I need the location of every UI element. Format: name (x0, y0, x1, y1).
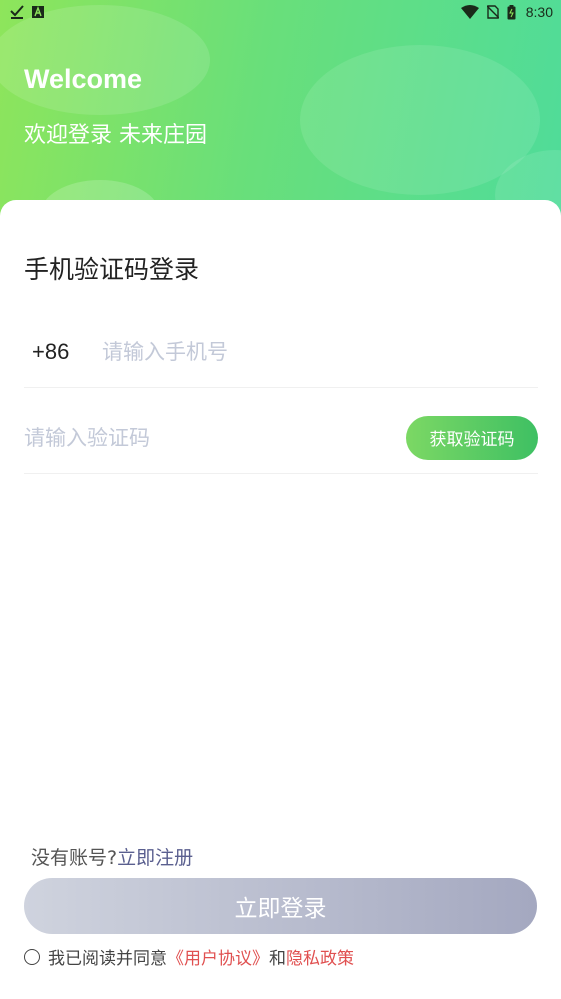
get-code-button[interactable]: 获取验证码 (406, 415, 538, 460)
country-code[interactable]: +86 (24, 339, 102, 365)
phone-input[interactable] (102, 331, 538, 372)
agreement-row: 我已阅读并同意 《用户协议》和隐私政策 (24, 944, 354, 969)
login-button[interactable]: 立即登录 (24, 878, 537, 934)
welcome-heading: Welcome (24, 64, 143, 94)
phone-row: +86 (24, 316, 538, 388)
a-box-icon (32, 6, 44, 18)
page-title: 手机验证码登录 (24, 255, 200, 284)
check-download-icon (10, 5, 24, 19)
register-prompt: 没有账号?立即注册 (31, 843, 193, 870)
wifi-icon (460, 5, 479, 19)
code-row: 获取验证码 (24, 402, 538, 474)
agreement-radio[interactable] (24, 948, 40, 965)
verification-code-input[interactable] (24, 417, 406, 458)
and-text: 和 (269, 949, 286, 969)
register-link[interactable]: 立即注册 (117, 847, 193, 869)
agreement-prefix: 我已阅读并同意 (48, 949, 167, 969)
privacy-policy-link[interactable]: 隐私政策 (286, 944, 354, 969)
login-card: 手机验证码登录 +86 获取验证码 没有账号?立即注册 立即登录 我已阅读并同意… (0, 200, 561, 999)
no-account-text: 没有账号? (31, 847, 118, 869)
status-time: 8:30 (525, 4, 553, 20)
welcome-subtitle: 欢迎登录 未来庄园 (24, 123, 207, 148)
battery-icon (507, 4, 516, 20)
status-bar: 8:30 (0, 0, 561, 24)
user-agreement-link[interactable]: 《用户协议》 (167, 944, 269, 969)
no-sim-icon (486, 5, 499, 19)
